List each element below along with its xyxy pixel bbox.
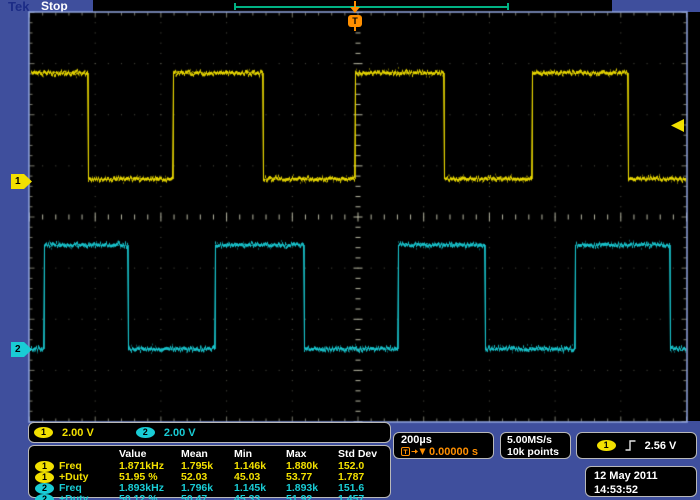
col-value: Value <box>119 448 181 460</box>
time-label: 14:53:52 <box>594 483 696 497</box>
rising-edge-icon <box>624 439 637 452</box>
channel-scale-readout[interactable]: 1 2.00 V 2 2.00 V <box>28 422 391 443</box>
measurement-stddev: 1.457 <box>338 493 390 500</box>
acquisition-readout[interactable]: 5.00MS/s 10k points <box>500 432 571 459</box>
horizontal-readout[interactable]: 200µs 0.00000 s <box>393 432 494 459</box>
datetime-readout: 12 May 2011 14:53:52 <box>585 466 697 497</box>
trigger-position-flag[interactable]: T <box>348 15 362 27</box>
oscilloscope-screen: Tek Stop T 1 2 1 2.00 V 2 2.00 V Value M… <box>0 0 700 500</box>
ch2-scale: 2.00 V <box>164 427 196 439</box>
measurement-min: 45.33 <box>234 493 286 500</box>
measurement-row: 1+Duty51.95 %52.0345.0353.771.787 <box>35 471 390 482</box>
date-label: 12 May 2011 <box>594 469 696 483</box>
trigger-position-stem <box>354 1 356 8</box>
col-stddev: Std Dev <box>338 448 390 460</box>
measurement-row: 2Freq1.893kHz1.796k1.145k1.893k151.6 <box>35 482 390 493</box>
measurement-mean: 50.47 <box>181 493 234 500</box>
trigger-position-tail <box>354 27 356 31</box>
measurement-value: 50.12 % <box>119 493 181 500</box>
measurement-name: +Duty <box>59 493 119 500</box>
col-min: Min <box>234 448 286 460</box>
measurement-row: 1Freq1.871kHz1.795k1.146k1.880k152.0 <box>35 460 390 471</box>
col-mean: Mean <box>181 448 234 460</box>
trigger-level-value: 2.56 V <box>645 440 677 452</box>
ch2-badge: 2 <box>136 427 155 438</box>
record-length: 10k points <box>507 446 570 458</box>
measurement-max: 51.92 <box>286 493 338 500</box>
trigger-delay-icon <box>401 447 426 457</box>
col-max: Max <box>286 448 338 460</box>
ch1-scale: 2.00 V <box>62 427 94 439</box>
trigger-source-badge: 1 <box>597 440 616 451</box>
measurement-rows: 1Freq1.871kHz1.795k1.146k1.880k152.01+Du… <box>35 460 390 500</box>
ch1-badge: 1 <box>34 427 53 438</box>
measurement-channel-badge: 2 <box>35 493 59 500</box>
timebase-scale: 200µs <box>401 434 493 446</box>
trigger-delay-value: 0.00000 s <box>429 446 478 458</box>
measurement-table: Value Mean Min Max Std Dev 1Freq1.871kHz… <box>28 445 391 498</box>
measurement-row: 2+Duty50.12 %50.4745.3351.921.457 <box>35 493 390 500</box>
trigger-readout[interactable]: 1 2.56 V <box>576 432 697 459</box>
measurement-header-row: Value Mean Min Max Std Dev <box>35 448 390 459</box>
sample-rate: 5.00MS/s <box>507 434 570 446</box>
